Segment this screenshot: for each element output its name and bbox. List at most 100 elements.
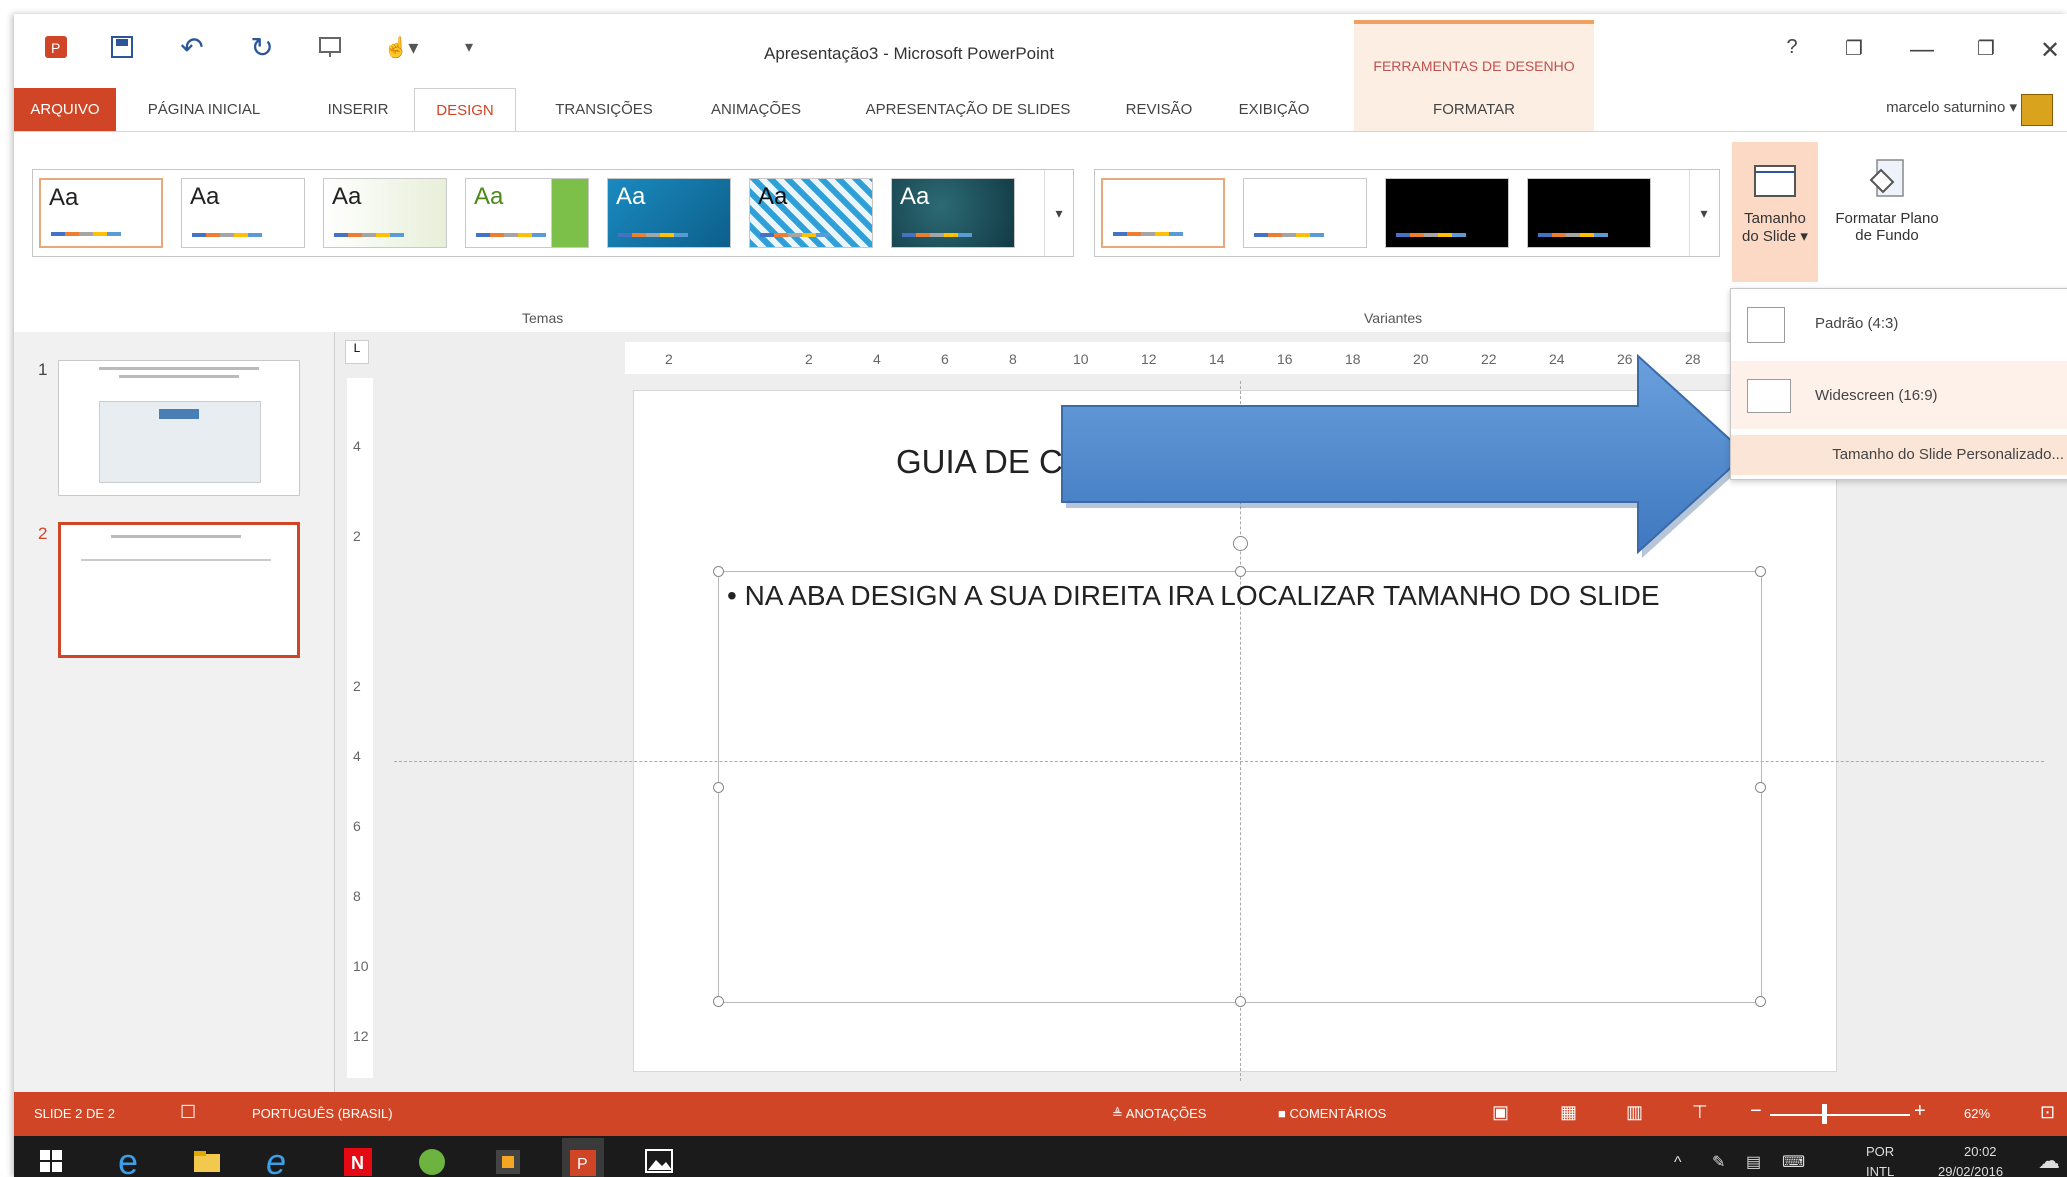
slide-sorter-icon[interactable]: ▦ [1560, 1102, 1577, 1123]
ribbon-display-options-button[interactable]: ❐ [1834, 36, 1874, 61]
variants-more-icon[interactable]: ▾ [1689, 170, 1718, 256]
clock-date[interactable]: 29/02/2016 [1938, 1164, 2003, 1177]
input-lang-1[interactable]: POR [1866, 1144, 1894, 1159]
zoom-in-icon[interactable]: + [1914, 1100, 1926, 1123]
slide-thumb-1[interactable] [58, 360, 300, 496]
theme-integral[interactable]: Aa [465, 178, 589, 248]
theme-ion[interactable]: Aa [607, 178, 731, 248]
tab-design[interactable]: DESIGN [414, 88, 516, 133]
keyboard-icon[interactable]: ⌨ [1782, 1152, 1805, 1172]
redo-icon[interactable]: ↻ [242, 30, 282, 64]
format-background-label-2: de Fundo [1855, 227, 1919, 244]
reading-view-icon[interactable]: ▥ [1626, 1102, 1643, 1123]
resize-handle[interactable] [1755, 782, 1766, 793]
option-widescreen-16-9[interactable]: Widescreen (16:9) [1731, 361, 2067, 429]
option-padrao-4-3[interactable]: Padrão (4:3) [1731, 291, 2067, 359]
comments-button[interactable]: ■ COMENTÁRIOS [1278, 1106, 1386, 1121]
tab-animacoes[interactable]: ANIMAÇÕES [696, 88, 816, 132]
variant-1[interactable] [1101, 178, 1225, 248]
resize-handle[interactable] [713, 996, 724, 1007]
netflix-icon[interactable]: N [344, 1148, 374, 1177]
zoom-level[interactable]: 62% [1964, 1106, 1990, 1121]
pen-icon[interactable]: ✎ [1712, 1152, 1725, 1172]
resize-handle[interactable] [713, 566, 724, 577]
slide-title[interactable]: GUIA DE C [896, 443, 1063, 481]
customize-qat-icon[interactable]: ▾ [454, 30, 484, 64]
powerpoint-logo-icon: P [36, 30, 76, 64]
paint-bucket-icon [1859, 154, 1915, 210]
tab-arquivo[interactable]: ARQUIVO [14, 88, 116, 132]
slideshow-from-start-icon[interactable] [310, 30, 350, 64]
help-button[interactable]: ? [1772, 36, 1812, 59]
theme-facet[interactable]: Aa [323, 178, 447, 248]
notes-button[interactable]: ≜ ANOTAÇÕES [1112, 1106, 1206, 1122]
photos-icon[interactable] [644, 1148, 674, 1177]
resize-handle[interactable] [713, 782, 724, 793]
edge-icon[interactable]: e [118, 1144, 148, 1177]
tab-formatar[interactable]: FORMATAR [1404, 88, 1544, 132]
widescreen-size-icon [1747, 379, 1791, 413]
custom-slide-size-item[interactable]: Tamanho do Slide Personalizado... [1731, 435, 2067, 475]
powerpoint-window: P ↶ ↻ ☝▾ ▾ Apresentação3 - Microsoft Pow… [14, 14, 2067, 1177]
slide-counter: SLIDE 2 DE 2 [34, 1106, 115, 1121]
onedrive-icon[interactable]: ☁ [2038, 1148, 2060, 1174]
powerpoint-taskbar-icon[interactable]: P [562, 1138, 604, 1177]
variants-group-label: Variantes [1364, 310, 1423, 326]
body-text[interactable]: • NA ABA DESIGN A SUA DIREITA IRA LOCALI… [727, 580, 1660, 612]
clock-time[interactable]: 20:02 [1964, 1144, 1997, 1159]
resize-handle[interactable] [1755, 566, 1766, 577]
zoom-out-icon[interactable]: − [1750, 1100, 1762, 1123]
body-placeholder[interactable]: • NA ABA DESIGN A SUA DIREITA IRA LOCALI… [713, 536, 1766, 1007]
internet-explorer-icon[interactable]: e [266, 1144, 296, 1177]
spellcheck-icon[interactable]: ☐ [180, 1102, 196, 1123]
resize-handle[interactable] [1235, 996, 1246, 1007]
slide-thumb-2[interactable] [58, 522, 300, 658]
svg-text:N: N [351, 1153, 364, 1173]
user-name[interactable]: marcelo saturnino ▾ [1886, 98, 2017, 116]
variant-4[interactable] [1527, 178, 1651, 248]
resize-handle[interactable] [1235, 566, 1246, 577]
tab-transicoes[interactable]: TRANSIÇÕES [544, 88, 664, 132]
zoom-slider-thumb[interactable] [1822, 1104, 1827, 1124]
format-background-button[interactable]: Formatar Plano de Fundo [1822, 142, 1952, 282]
theme-office[interactable]: Aa [39, 178, 163, 248]
tab-revisao[interactable]: REVISÃO [1114, 88, 1204, 132]
notification-icon[interactable]: ▤ [1746, 1152, 1761, 1172]
zoom-slider[interactable] [1770, 1114, 1910, 1116]
windows-start-icon[interactable] [38, 1148, 68, 1177]
resize-handle[interactable] [1755, 996, 1766, 1007]
minimize-button[interactable]: — [1902, 36, 1942, 64]
tab-apresentacao-de-slides[interactable]: APRESENTAÇÃO DE SLIDES [848, 88, 1088, 132]
close-button[interactable]: ✕ [2030, 36, 2067, 65]
blue-arrow-shape[interactable] [1044, 342, 1754, 564]
touch-mode-icon[interactable]: ☝▾ [378, 30, 424, 64]
tab-pagina-inicial[interactable]: PÁGINA INICIAL [124, 88, 284, 132]
theme-wisp[interactable]: Aa [891, 178, 1015, 248]
language-status[interactable]: PORTUGUÊS (BRASIL) [252, 1106, 393, 1121]
input-lang-2[interactable]: INTL [1866, 1164, 1894, 1177]
normal-view-icon[interactable]: ▣ [1492, 1102, 1509, 1123]
slideshow-icon[interactable]: ⊤ [1692, 1102, 1708, 1123]
theme-dots[interactable]: Aa [749, 178, 873, 248]
maximize-button[interactable]: ❐ [1966, 36, 2006, 61]
utorrent-icon[interactable] [418, 1148, 448, 1177]
slide-size-button[interactable]: Tamanho do Slide ▾ [1732, 142, 1818, 282]
media-player-icon[interactable] [494, 1148, 524, 1177]
tab-exibicao[interactable]: EXIBIÇÃO [1224, 88, 1324, 132]
avatar[interactable] [2021, 94, 2053, 126]
themes-more-icon[interactable]: ▾ [1044, 170, 1073, 256]
fit-to-window-icon[interactable]: ⊡ [2040, 1102, 2055, 1123]
variant-3[interactable] [1385, 178, 1509, 248]
vertical-ruler: 4 2 2 4 6 8 10 12 [347, 378, 373, 1078]
standard-size-icon [1747, 307, 1785, 343]
tab-inserir[interactable]: INSERIR [318, 88, 398, 132]
save-icon[interactable] [102, 30, 142, 64]
tab-stop-icon[interactable]: L [345, 340, 369, 364]
file-explorer-icon[interactable] [192, 1148, 222, 1177]
theme-office-2[interactable]: Aa [181, 178, 305, 248]
variant-2[interactable] [1243, 178, 1367, 248]
themes-group-label: Temas [522, 310, 564, 326]
undo-icon[interactable]: ↶ [172, 30, 212, 64]
slide-size-icon [1747, 154, 1803, 210]
show-hidden-icons[interactable]: ^ [1674, 1154, 1682, 1172]
